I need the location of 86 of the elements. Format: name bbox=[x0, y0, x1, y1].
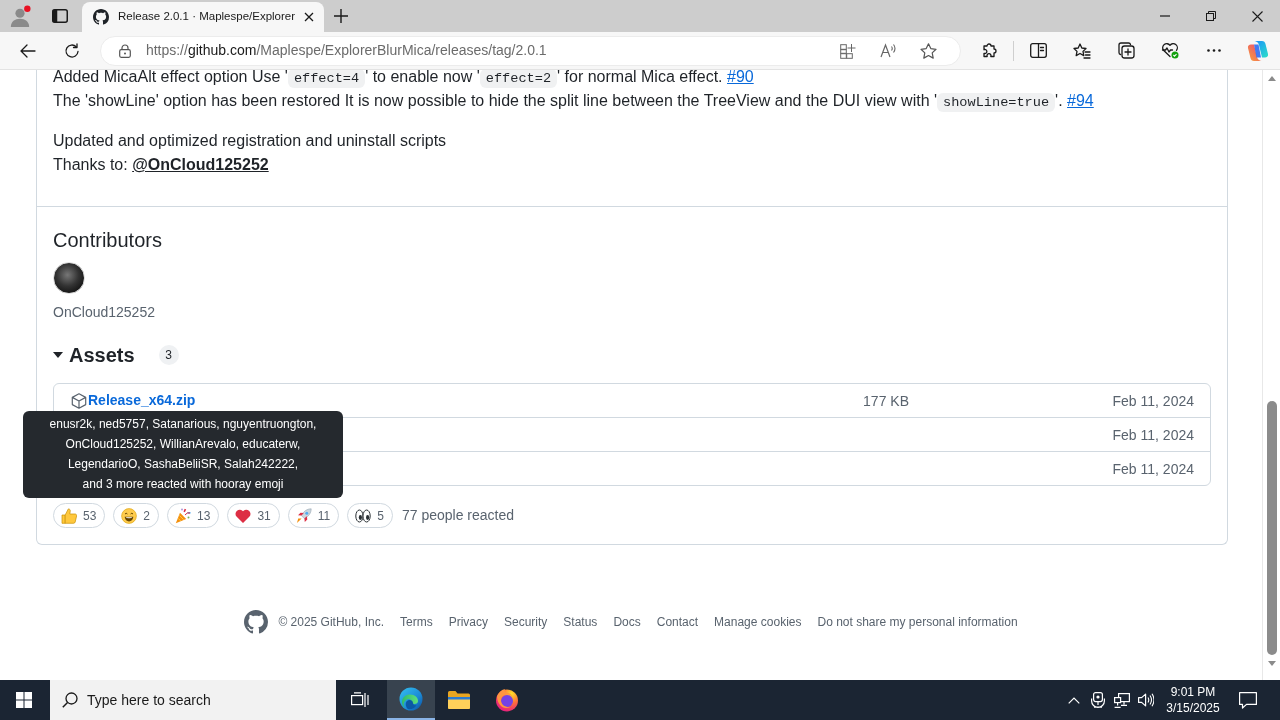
footer-link[interactable]: Security bbox=[504, 613, 548, 631]
taskbar-app[interactable] bbox=[387, 680, 435, 720]
fox-browser-icon bbox=[495, 688, 519, 712]
mention-link[interactable]: @OnCloud125252 bbox=[132, 156, 269, 173]
thanks-line: Thanks to: @OnCloud125252 bbox=[53, 155, 270, 175]
file-size: 177 KB bbox=[862, 392, 909, 409]
search-icon bbox=[62, 692, 78, 708]
close-icon[interactable] bbox=[304, 12, 315, 22]
scroll-up-icon[interactable] bbox=[1267, 76, 1276, 81]
issue-link[interactable]: #90 bbox=[727, 70, 754, 85]
tab-actions-icon[interactable] bbox=[52, 8, 68, 24]
cat-logo-icon[interactable] bbox=[244, 610, 269, 634]
plus-icon[interactable] bbox=[334, 9, 349, 23]
ribbon-logo-icon[interactable] bbox=[1247, 39, 1270, 62]
eyes-icon bbox=[355, 507, 372, 524]
split-screen-icon[interactable] bbox=[1029, 43, 1047, 58]
task-view-icon[interactable] bbox=[351, 692, 369, 708]
file-date: Feb 11, 2024 bbox=[1111, 392, 1194, 409]
file-link[interactable]: Release_x64.zip bbox=[88, 393, 196, 408]
contributors-heading: Contributors bbox=[53, 228, 163, 253]
restore-icon[interactable] bbox=[1206, 11, 1216, 21]
notification-icon[interactable] bbox=[1239, 691, 1257, 709]
issue-link[interactable]: #94 bbox=[1067, 92, 1094, 109]
profile-icon[interactable] bbox=[9, 5, 31, 27]
back-icon[interactable] bbox=[19, 43, 36, 58]
rocket-icon bbox=[295, 507, 312, 524]
footer-link[interactable]: Terms bbox=[399, 613, 433, 631]
apps-icon[interactable] bbox=[840, 42, 857, 59]
party-popper-icon bbox=[175, 507, 192, 524]
release-note: The 'showLine' option has been restored It is now possible to hide the split line between the TreeView and the DUI view with ' showLine=true '. #94 bbox=[53, 91, 1095, 113]
collections-icon[interactable] bbox=[1117, 42, 1135, 59]
start-icon[interactable] bbox=[16, 692, 32, 708]
clock-time[interactable]: 9:01 PM bbox=[1162, 684, 1224, 700]
asset-counter: 3 bbox=[158, 345, 179, 365]
thumbs-up-icon bbox=[61, 507, 77, 524]
contributor-name[interactable]: OnCloud125252 bbox=[53, 300, 1211, 324]
reaction-button[interactable]: 31 bbox=[227, 503, 280, 528]
assets-heading[interactable]: Assets bbox=[69, 340, 135, 370]
footer-link[interactable]: Do not share my personal information bbox=[817, 613, 1018, 631]
more-icon[interactable] bbox=[1207, 49, 1222, 52]
scrollbar[interactable] bbox=[1262, 70, 1280, 680]
search-field[interactable]: Type here to search bbox=[50, 680, 336, 720]
reaction-button[interactable]: 5 bbox=[347, 503, 393, 528]
url-text: https://github.com/Maplespe/ExplorerBlurMica/releases/tag/2.0.1 bbox=[145, 41, 548, 60]
scrollbar-thumb[interactable] bbox=[1266, 401, 1277, 655]
puzzle-icon[interactable] bbox=[980, 42, 998, 59]
reaction-summary: 77 people reacted bbox=[401, 506, 514, 525]
release-note: Updated and optimized registration and uninstall scripts bbox=[53, 131, 448, 151]
reaction-tooltip: enusr2k, ned5757, Satanarious, nguyentruongton, OnCloud125252, WillianArevalo, educaterw, LegendarioO, SashaBeliiSR, Salah242222, and 3 more reacted with hooray emoji bbox=[23, 411, 343, 498]
heart-icon bbox=[235, 507, 252, 524]
footer-link[interactable]: Manage cookies bbox=[714, 613, 802, 631]
network-icon[interactable] bbox=[1114, 692, 1130, 708]
footer-link[interactable]: Contact bbox=[656, 613, 699, 631]
footer-link[interactable]: Privacy bbox=[448, 613, 488, 631]
caret-down-icon[interactable] bbox=[53, 352, 63, 358]
close-icon[interactable] bbox=[1251, 10, 1263, 22]
browser-icon bbox=[399, 687, 423, 711]
volume-icon[interactable] bbox=[1138, 693, 1154, 707]
read-aloud-icon[interactable] bbox=[880, 43, 897, 58]
cat-logo-icon bbox=[93, 9, 109, 25]
chevron-up-icon[interactable] bbox=[1068, 696, 1080, 704]
browser-tab[interactable]: Release 2.0.1 · Maplespe/Explorer bbox=[82, 2, 325, 32]
folder-icon bbox=[447, 688, 471, 712]
file-date: Feb 11, 2024 bbox=[1111, 426, 1194, 443]
file-date: Feb 11, 2024 bbox=[1111, 460, 1194, 477]
footer-link[interactable]: Status bbox=[563, 613, 598, 631]
heart-pulse-icon[interactable] bbox=[1161, 42, 1180, 59]
reaction-button[interactable]: 53 bbox=[53, 503, 106, 528]
release-note: Added MicaAlt effect option Use ' effect=4 ' to enable now ' effect=2 ' for normal Mica effect. #90 bbox=[53, 70, 755, 89]
clock-date[interactable]: 3/15/2025 bbox=[1162, 700, 1224, 716]
tab-title: Release 2.0.1 · Maplespe/Explorer bbox=[118, 9, 296, 25]
reaction-button[interactable]: 2 bbox=[113, 503, 160, 528]
webcam-icon[interactable] bbox=[1091, 692, 1105, 708]
footer-link[interactable]: Docs bbox=[613, 613, 641, 631]
favorites-icon[interactable] bbox=[1073, 42, 1092, 59]
package-icon bbox=[71, 392, 87, 409]
avatar[interactable] bbox=[53, 262, 85, 294]
lock-icon[interactable] bbox=[118, 43, 131, 58]
scroll-down-icon[interactable] bbox=[1267, 661, 1276, 666]
reaction-button[interactable]: 13 bbox=[167, 503, 220, 528]
address-field[interactable]: https://github.com/Maplespe/ExplorerBlurMica/releases/tag/2.0.1 bbox=[99, 35, 962, 66]
star-icon[interactable] bbox=[920, 42, 937, 59]
grinning-face-icon bbox=[121, 507, 138, 524]
reaction-button[interactable]: 11 bbox=[287, 503, 340, 528]
copyright-text: © 2025 GitHub, Inc. bbox=[278, 614, 384, 631]
refresh-icon[interactable] bbox=[63, 42, 80, 59]
